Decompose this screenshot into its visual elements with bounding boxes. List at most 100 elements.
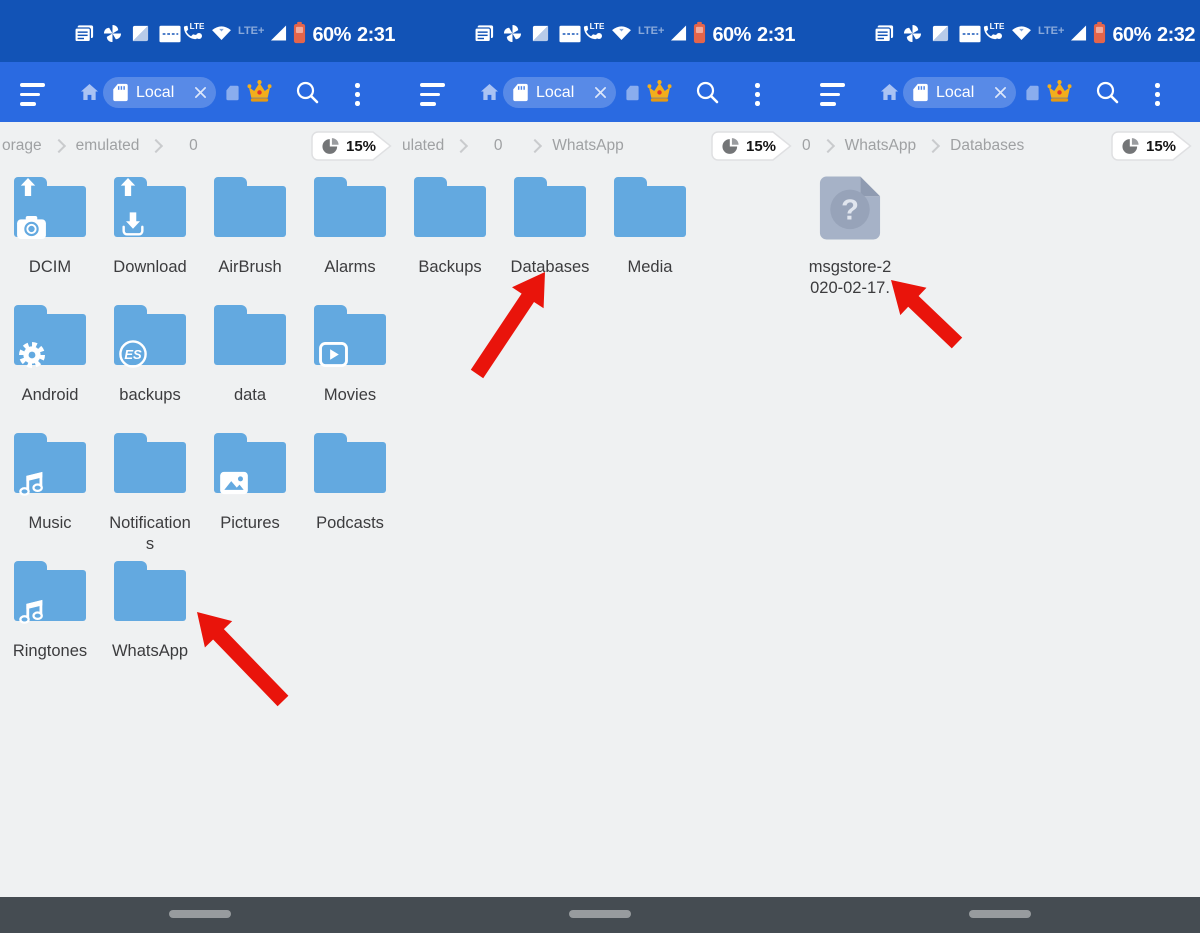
breadcrumb-item[interactable]: ulated xyxy=(402,137,444,155)
item-label: Notification s xyxy=(100,513,200,555)
folder-icon xyxy=(214,431,286,493)
folder-item-airbrush[interactable]: AirBrush xyxy=(200,175,300,303)
search-icon[interactable] xyxy=(695,80,720,110)
item-label: Android xyxy=(0,385,100,406)
svg-text:LTE: LTE xyxy=(190,22,205,31)
notes-notification-icon xyxy=(474,24,494,48)
folder-item-android[interactable]: Android xyxy=(0,303,100,431)
clock-label: 2:31 xyxy=(757,24,795,47)
breadcrumb-item[interactable]: 0 xyxy=(802,137,811,155)
svg-text:?: ? xyxy=(841,195,859,227)
menu-hamburger-icon[interactable] xyxy=(420,83,445,112)
folder-item-backups[interactable]: Backups xyxy=(400,175,500,303)
battery-icon xyxy=(693,21,706,49)
storage-usage-badge[interactable]: 15% xyxy=(711,131,793,161)
wifi-icon xyxy=(611,24,632,46)
storage-usage-badge[interactable]: 15% xyxy=(1111,131,1193,161)
folder-item-whatsapp[interactable]: WhatsApp xyxy=(100,559,200,687)
home-icon[interactable] xyxy=(880,83,899,106)
close-tab-icon[interactable] xyxy=(994,86,1007,99)
breadcrumb-item[interactable]: 0 xyxy=(173,137,213,155)
breadcrumb-item[interactable]: WhatsApp xyxy=(552,137,624,155)
folder-icon xyxy=(214,303,286,365)
folder-item-download[interactable]: Download xyxy=(100,175,200,303)
overflow-menu-icon[interactable] xyxy=(1155,83,1160,110)
folder-item-pictures[interactable]: Pictures xyxy=(200,431,300,559)
close-tab-icon[interactable] xyxy=(594,86,607,99)
overflow-menu-icon[interactable] xyxy=(755,83,760,110)
breadcrumb-item[interactable]: Databases xyxy=(950,137,1024,155)
folder-item-notifications[interactable]: Notification s xyxy=(100,431,200,559)
breadcrumb-item[interactable]: 0 xyxy=(478,137,518,155)
home-icon[interactable] xyxy=(480,83,499,106)
folder-item-music[interactable]: Music xyxy=(0,431,100,559)
new-tab-sdcard-icon[interactable] xyxy=(225,85,240,106)
folder-item-data[interactable]: data xyxy=(200,303,300,431)
folder-item-databases[interactable]: Databases xyxy=(500,175,600,303)
battery-icon xyxy=(1093,21,1106,49)
clock-label: 2:32 xyxy=(1157,24,1195,47)
signal-strength-icon xyxy=(670,25,687,46)
close-tab-icon[interactable] xyxy=(194,86,207,99)
pinwheel-notification-icon xyxy=(103,24,122,48)
home-indicator[interactable] xyxy=(969,910,1031,918)
premium-crown-icon[interactable] xyxy=(247,79,272,108)
item-label: Music xyxy=(0,513,100,534)
tab-label: Local xyxy=(136,84,174,102)
storage-usage-badge[interactable]: 15% xyxy=(311,131,393,161)
battery-percent-label: 60% xyxy=(712,24,751,47)
item-label: AirBrush xyxy=(200,257,300,278)
folder-item-dcim[interactable]: DCIM xyxy=(0,175,100,303)
home-indicator[interactable] xyxy=(169,910,231,918)
menu-hamburger-icon[interactable] xyxy=(20,83,45,112)
premium-crown-icon[interactable] xyxy=(1047,79,1072,108)
lte-plus-label: LTE+ xyxy=(1038,25,1064,37)
notes-notification-icon xyxy=(874,24,894,48)
folder-icon xyxy=(114,431,186,493)
item-label: Backups xyxy=(400,257,500,278)
home-indicator[interactable] xyxy=(569,910,631,918)
folder-icon: ES xyxy=(114,303,186,365)
local-tab[interactable]: Local xyxy=(503,77,616,108)
breadcrumb-item[interactable]: emulated xyxy=(76,137,140,155)
overflow-menu-icon[interactable] xyxy=(355,83,360,110)
folder-icon xyxy=(14,559,86,621)
search-icon[interactable] xyxy=(1095,80,1120,110)
sdcard-icon xyxy=(112,83,129,102)
folder-item-backups[interactable]: ESbackups xyxy=(100,303,200,431)
file-item-msgstore-2020-02-17-[interactable]: ?msgstore-2 020-02-17. xyxy=(800,175,900,303)
folder-icon xyxy=(314,303,386,365)
search-icon[interactable] xyxy=(295,80,320,110)
signal-strength-icon xyxy=(1070,25,1087,46)
premium-crown-icon[interactable] xyxy=(647,79,672,108)
screen: LTE LTE+ 60% 2:31 xyxy=(0,0,1200,933)
folder-item-podcasts[interactable]: Podcasts xyxy=(300,431,400,559)
folder-item-movies[interactable]: Movies xyxy=(300,303,400,431)
usage-percent-label: 15% xyxy=(746,138,776,155)
pie-chart-icon xyxy=(1120,136,1141,157)
breadcrumb-item[interactable]: orage xyxy=(2,137,42,155)
file-icon: ? xyxy=(814,175,886,237)
svg-text:LTE: LTE xyxy=(990,22,1005,31)
item-label: Pictures xyxy=(200,513,300,534)
wifi-icon xyxy=(1011,24,1032,46)
new-tab-sdcard-icon[interactable] xyxy=(1025,85,1040,106)
wifi-icon xyxy=(211,24,232,46)
local-tab[interactable]: Local xyxy=(103,77,216,108)
breadcrumb: ulated 0 WhatsApp 15% xyxy=(400,122,800,170)
new-tab-sdcard-icon[interactable] xyxy=(625,85,640,106)
home-icon[interactable] xyxy=(80,83,99,106)
folder-item-media[interactable]: Media xyxy=(600,175,700,303)
item-label: Movies xyxy=(300,385,400,406)
folder-item-ringtones[interactable]: Ringtones xyxy=(0,559,100,687)
camera-icon xyxy=(16,215,47,240)
item-label: Media xyxy=(600,257,700,278)
file-manager-screenshot-panel: LTE LTE+ 60% 2:31 xyxy=(0,0,400,897)
folder-icon xyxy=(14,175,86,237)
menu-hamburger-icon[interactable] xyxy=(820,83,845,112)
folder-item-alarms[interactable]: Alarms xyxy=(300,175,400,303)
up-arrow-icon xyxy=(19,177,37,197)
local-tab[interactable]: Local xyxy=(903,77,1016,108)
notes-notification-icon xyxy=(74,24,94,48)
breadcrumb-item[interactable]: WhatsApp xyxy=(845,137,917,155)
